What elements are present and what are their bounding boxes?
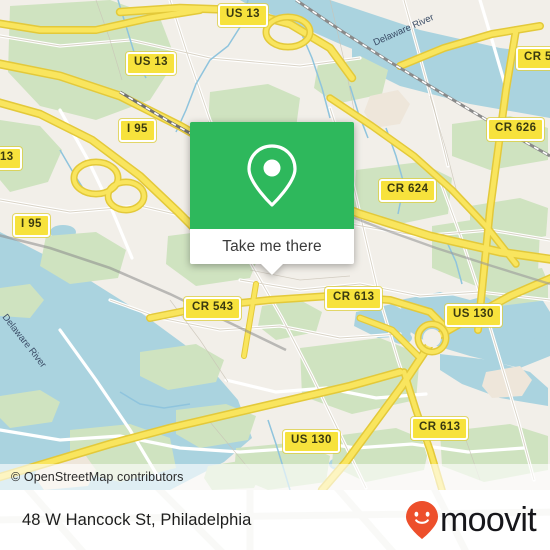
- map-pin-icon: [247, 143, 297, 207]
- route-shield-us-13-north[interactable]: US 13: [218, 4, 268, 27]
- route-shield-13-edge[interactable]: 13: [0, 147, 22, 170]
- moovit-pin-smiley-icon: [406, 501, 439, 539]
- take-me-there-label: Take me there: [222, 237, 322, 255]
- route-shield-i-95-lower[interactable]: I 95: [13, 214, 50, 237]
- map-canvas[interactable]: Delaware River Delaware River US 13 US 1…: [0, 0, 550, 490]
- attribution-text: © OpenStreetMap contributors: [11, 470, 184, 484]
- route-shield-us-130-bottom[interactable]: US 130: [283, 430, 340, 453]
- route-shield-cr-54[interactable]: CR 54: [516, 47, 550, 70]
- route-shield-us-130-right[interactable]: US 130: [445, 304, 502, 327]
- route-shield-cr-543[interactable]: CR 543: [184, 297, 242, 320]
- route-shield-us-13-west[interactable]: US 13: [126, 52, 176, 75]
- page-footer: 48 W Hancock St, Philadelphia moovit: [0, 490, 550, 550]
- popup-action-bar[interactable]: Take me there: [190, 229, 354, 264]
- route-shield-cr-613-mid[interactable]: CR 613: [325, 287, 383, 310]
- moovit-map-page: Delaware River Delaware River US 13 US 1…: [0, 0, 550, 550]
- moovit-brand[interactable]: moovit: [405, 500, 537, 540]
- route-shield-cr-626[interactable]: CR 626: [487, 118, 545, 141]
- route-shield-i-95-upper[interactable]: I 95: [119, 119, 156, 142]
- route-shield-cr-624[interactable]: CR 624: [379, 179, 437, 202]
- map-attribution-bar: © OpenStreetMap contributors: [0, 464, 550, 490]
- footer-content: 48 W Hancock St, Philadelphia moovit: [0, 490, 550, 550]
- route-shield-cr-613-bottom[interactable]: CR 613: [411, 417, 469, 440]
- address-label: 48 W Hancock St, Philadelphia: [22, 510, 252, 529]
- take-me-there-popup[interactable]: Take me there: [190, 122, 354, 275]
- moovit-wordmark: moovit: [440, 501, 537, 539]
- popup-pointer-tail: [261, 264, 283, 275]
- popup-header: [190, 122, 354, 229]
